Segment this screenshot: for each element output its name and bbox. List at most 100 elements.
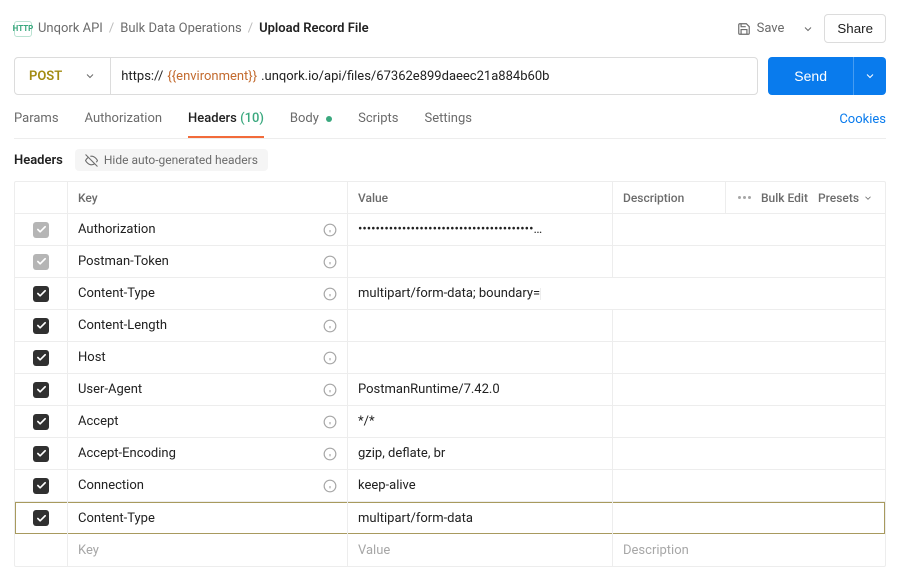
table-row: Accept-Encodinggzip, deflate, br [15,438,885,470]
info-icon[interactable] [323,415,337,429]
more-actions-button[interactable] [738,196,751,199]
header-key-cell[interactable]: User-Agent [67,374,347,405]
tab-scripts[interactable]: Scripts [358,111,398,138]
header-value-cell[interactable] [347,246,612,277]
col-value: Value [347,182,612,213]
breadcrumb-item-current: Upload Record File [259,21,369,36]
row-checkbox[interactable] [33,222,49,238]
new-key-input[interactable]: Key [67,534,347,566]
breadcrumb-sep: / [248,21,253,36]
info-icon[interactable] [323,351,337,365]
breadcrumb-item[interactable]: Unqork API [38,21,103,36]
new-description-input[interactable]: Description [612,534,885,566]
col-key: Key [67,182,347,213]
header-value-cell[interactable]: gzip, deflate, br [347,438,612,469]
tab-settings[interactable]: Settings [424,111,471,138]
tab-body[interactable]: Body [290,111,332,138]
save-button[interactable]: Save [729,17,793,40]
header-value-cell[interactable]: keep-alive [347,470,612,501]
row-checkbox[interactable] [33,414,49,430]
header-value-cell[interactable] [347,310,612,341]
row-checkbox[interactable] [33,478,49,494]
header-value-cell[interactable]: PostmanRuntime/7.42.0 [347,374,612,405]
header-description-cell[interactable] [612,502,885,534]
chevron-down-icon [84,70,96,82]
header-value-cell[interactable]: multipart/form-data; boundary= [347,278,612,309]
chevron-down-icon [863,193,873,203]
header-value-cell[interactable]: ••••••••••••••••••••••••••••••••••••••••… [347,214,612,245]
header-value-cell[interactable]: */* [347,406,612,437]
info-icon[interactable] [323,447,337,461]
info-icon[interactable] [323,255,337,269]
http-method-icon: HTTP [14,21,32,37]
info-icon[interactable] [323,383,337,397]
hide-auto-headers-label: Hide auto-generated headers [104,153,258,167]
header-value-cell[interactable] [347,342,612,373]
table-row: Content-Typemultipart/form-data [15,502,885,534]
breadcrumb: HTTP Unqork API / Bulk Data Operations /… [14,21,369,37]
info-icon[interactable] [323,223,337,237]
row-checkbox[interactable] [33,286,49,302]
header-key-cell[interactable]: Content-Type [67,278,347,309]
header-key-cell[interactable]: Content-Type [67,502,347,534]
header-description-cell[interactable] [540,288,561,300]
http-method-select[interactable]: POST [15,58,111,94]
request-url-input[interactable]: https:// {{environment}} .unqork.io/api/… [111,58,757,94]
row-checkbox[interactable] [33,318,49,334]
header-key-cell[interactable]: Postman-Token [67,246,347,277]
header-key-cell[interactable]: Accept [67,406,347,437]
chevron-down-icon [864,70,876,82]
save-dropdown-button[interactable] [798,19,818,39]
request-tabs: Params Authorization Headers (10) Body S… [14,111,472,138]
header-description-cell[interactable] [612,438,885,469]
tab-headers[interactable]: Headers (10) [188,111,264,138]
header-value-cell[interactable]: multipart/form-data [347,502,612,534]
info-icon[interactable] [323,287,337,301]
header-key-cell[interactable]: Authorization [67,214,347,245]
new-value-input[interactable]: Value [347,534,612,566]
bulk-edit-button[interactable]: Bulk Edit [761,191,808,205]
header-key-cell[interactable]: Content-Length [67,310,347,341]
header-description-cell[interactable] [612,374,885,405]
send-dropdown-button[interactable] [853,57,886,95]
header-key-cell[interactable]: Connection [67,470,347,501]
header-key-cell[interactable]: Accept-Encoding [67,438,347,469]
cookies-link[interactable]: Cookies [839,112,886,137]
tab-authorization[interactable]: Authorization [85,111,163,138]
header-description-cell[interactable] [612,310,885,341]
table-row: Host [15,342,885,374]
breadcrumb-item[interactable]: Bulk Data Operations [120,21,241,36]
header-description-cell[interactable] [612,470,885,501]
body-changed-indicator-icon [326,116,332,122]
header-description-cell[interactable] [612,406,885,437]
info-icon[interactable] [323,479,337,493]
table-row: Content-Length [15,310,885,342]
col-description: Description [612,182,725,213]
send-button[interactable]: Send [768,57,853,95]
save-icon [737,22,751,36]
chevron-down-icon [802,23,814,35]
header-description-cell[interactable] [612,214,885,245]
header-description-cell[interactable] [612,342,885,373]
header-key-cell[interactable]: Host [67,342,347,373]
header-description-cell[interactable] [612,246,885,277]
hide-auto-headers-button[interactable]: Hide auto-generated headers [75,149,268,171]
presets-dropdown[interactable]: Presets [818,191,873,205]
table-row: User-AgentPostmanRuntime/7.42.0 [15,374,885,406]
breadcrumb-sep: / [109,21,114,36]
url-prefix: https:// [121,69,163,84]
table-row: Authorization•••••••••••••••••••••••••••… [15,214,885,246]
headers-table: Key Value Description Bulk Edit Presets … [14,181,886,567]
table-header-row: Key Value Description Bulk Edit Presets [15,182,885,214]
row-checkbox[interactable] [33,382,49,398]
dots-icon [738,196,751,199]
share-button[interactable]: Share [824,14,886,43]
row-checkbox[interactable] [33,510,49,526]
tab-params[interactable]: Params [14,111,59,138]
row-checkbox[interactable] [33,350,49,366]
row-checkbox[interactable] [33,446,49,462]
info-icon[interactable] [323,319,337,333]
row-checkbox[interactable] [33,254,49,270]
save-label: Save [757,21,785,36]
headers-section-label: Headers [14,153,63,168]
